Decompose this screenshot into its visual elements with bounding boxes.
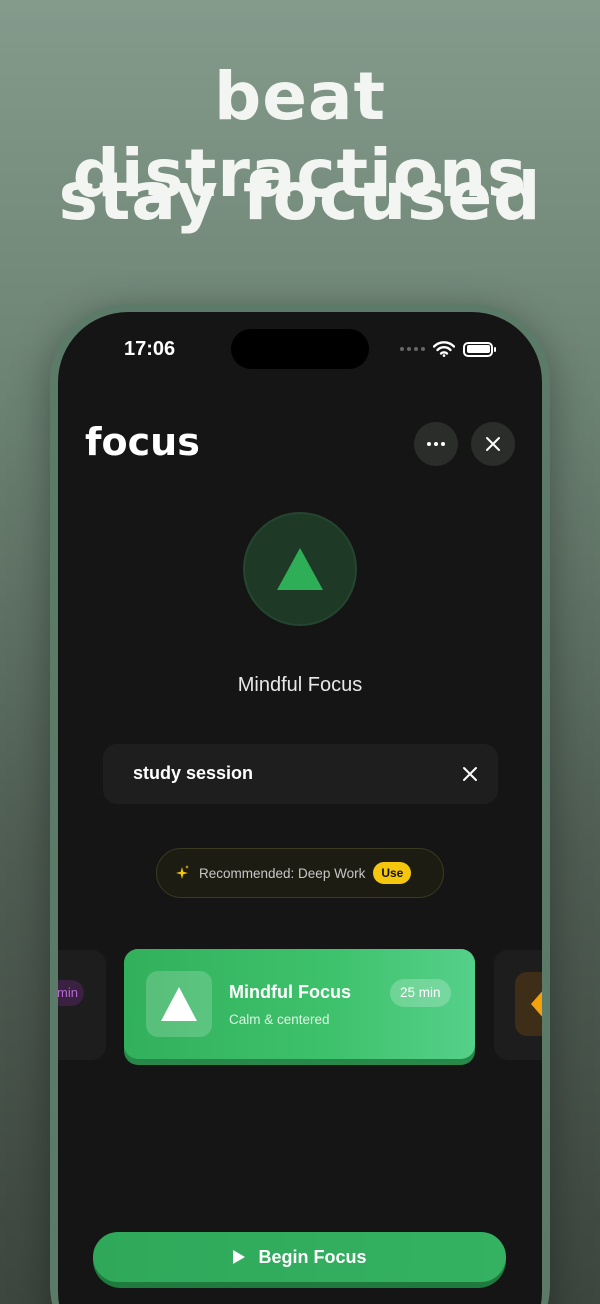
status-indicators <box>400 339 496 359</box>
mode-card-title: Mindful Focus <box>229 982 351 1002</box>
close-icon <box>486 437 500 451</box>
mode-card-subtitle: Calm & centered <box>229 1012 330 1027</box>
current-mode-name: Mindful Focus <box>237 674 363 696</box>
recommendation-pill[interactable]: Recommended: Deep Work Use <box>156 848 444 898</box>
mode-card-active[interactable]: Mindful Focus Calm & centered 25 min <box>124 949 475 1065</box>
battery-icon <box>463 341 496 357</box>
sparkles-icon <box>176 865 189 879</box>
mode-card-duration: 25 min <box>390 979 451 1007</box>
more-horizontal-icon <box>427 442 445 446</box>
close-icon <box>463 767 477 781</box>
triangle-icon <box>161 987 197 1021</box>
recommendation-text: Recommended: Deep Work <box>199 865 366 881</box>
mode-hero-icon[interactable] <box>243 512 357 626</box>
mode-card-icon <box>515 972 542 1036</box>
begin-focus-button[interactable]: Begin Focus <box>93 1232 506 1282</box>
close-button[interactable] <box>471 422 515 466</box>
clear-intent-button[interactable] <box>456 760 484 788</box>
mode-card-face: Mindful Focus Calm & centered 25 min <box>124 949 475 1059</box>
signal-icon <box>400 347 425 351</box>
mode-card-duration: min <box>58 980 84 1006</box>
wifi-icon <box>433 341 455 357</box>
headline-line-2: stay focused <box>58 158 542 235</box>
use-recommendation-button[interactable]: Use <box>373 862 412 884</box>
more-button[interactable] <box>414 422 458 466</box>
phone-screen: 17:06 focus Mindful Focus study session <box>58 312 542 1304</box>
status-time: 17:06 <box>124 338 176 360</box>
triangle-icon <box>277 548 323 590</box>
play-icon <box>233 1250 246 1264</box>
intent-value: study session <box>133 763 254 783</box>
app-title: focus <box>85 420 200 464</box>
mode-card-next[interactable] <box>494 950 542 1060</box>
dynamic-island <box>231 329 369 369</box>
intent-input[interactable]: study session <box>103 744 498 804</box>
begin-focus-label: Begin Focus <box>258 1246 367 1267</box>
mode-card-previous[interactable]: min <box>58 950 106 1060</box>
diamond-icon <box>531 991 542 1017</box>
mode-card-icon <box>146 971 212 1037</box>
